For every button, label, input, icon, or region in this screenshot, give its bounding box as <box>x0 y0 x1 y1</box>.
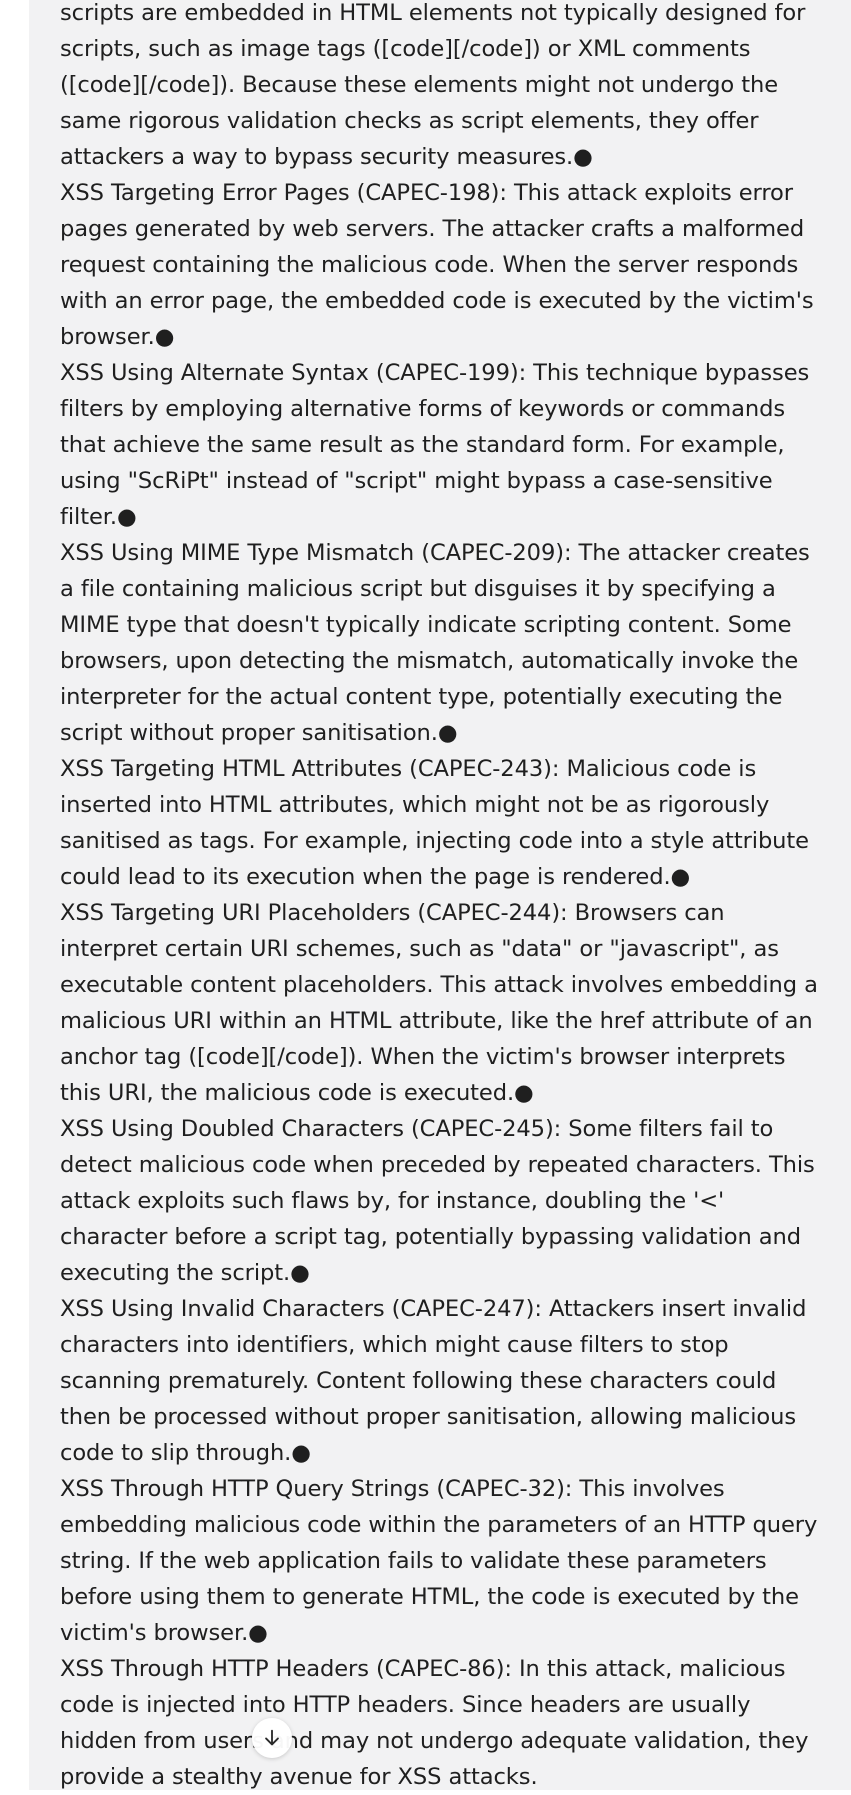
message-paragraph: scripts are embedded in HTML elements no… <box>60 0 806 170</box>
scroll-to-bottom-button[interactable] <box>252 1718 292 1758</box>
message-paragraph: XSS Targeting Error Pages (CAPEC-198): T… <box>60 180 814 350</box>
message-paragraph: XSS Through HTTP Headers (CAPEC-86): In … <box>60 1656 809 1790</box>
assistant-message: scripts are embedded in HTML elements no… <box>60 0 820 1795</box>
message-paragraph: XSS Targeting HTML Attributes (CAPEC-243… <box>60 756 809 890</box>
message-paragraph: XSS Using Alternate Syntax (CAPEC-199): … <box>60 360 810 530</box>
message-paragraph: XSS Through HTTP Query Strings (CAPEC-32… <box>60 1476 818 1646</box>
message-paragraph: XSS Using Doubled Characters (CAPEC-245)… <box>60 1116 815 1286</box>
message-paragraph: XSS Using MIME Type Mismatch (CAPEC-209)… <box>60 540 810 746</box>
message-paragraph: XSS Targeting URI Placeholders (CAPEC-24… <box>60 900 818 1106</box>
arrow-down-icon <box>265 1729 279 1746</box>
message-paragraph: XSS Using Invalid Characters (CAPEC-247)… <box>60 1296 807 1466</box>
